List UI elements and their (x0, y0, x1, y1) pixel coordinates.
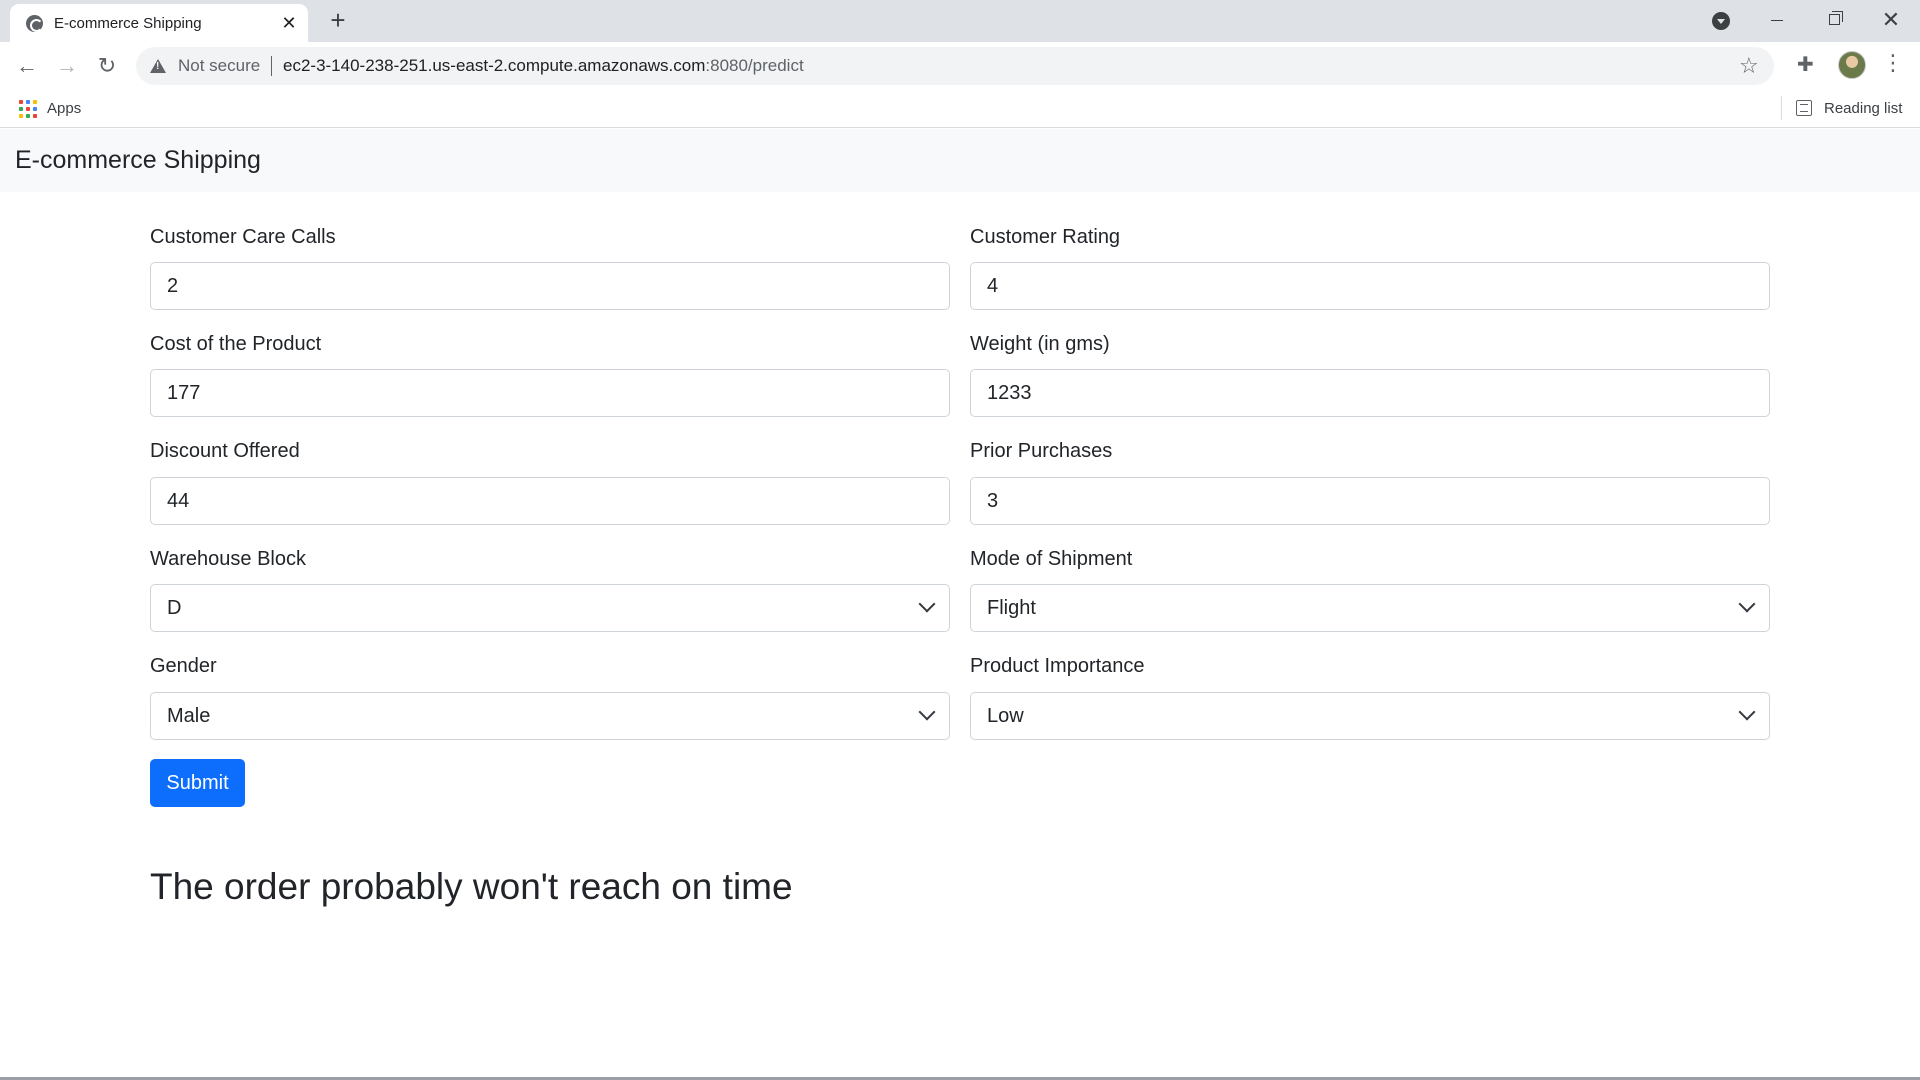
url-text[interactable]: ec2-3-140-238-251.us-east-2.compute.amaz… (283, 56, 804, 76)
chevron-down-icon (918, 595, 936, 613)
warehouse-block-select[interactable]: D (150, 584, 950, 632)
tab-search-icon[interactable] (1712, 12, 1730, 30)
browser-tab-strip: E-commerce Shipping ✕ + ✕ (0, 0, 1920, 42)
url-host: ec2-3-140-238-251.us-east-2.compute.amaz… (283, 56, 706, 75)
customer-rating-input[interactable]: 4 (970, 262, 1770, 310)
kebab-menu-icon[interactable]: ⋮ (1882, 50, 1904, 76)
customer-rating-label: Customer Rating (970, 226, 1121, 248)
discount-offered-label: Discount Offered (150, 440, 300, 462)
address-separator (271, 56, 272, 76)
new-tab-button[interactable]: + (324, 6, 352, 34)
reload-icon[interactable]: ↻ (91, 50, 123, 82)
restore-button[interactable] (1811, 4, 1857, 36)
bookmarks-bar: Apps Reading list (0, 90, 1920, 128)
apps-bookmark[interactable]: Apps (47, 100, 81, 117)
bookmarks-separator (1781, 96, 1782, 120)
cost-of-product-label: Cost of the Product (150, 333, 322, 355)
forward-arrow-icon[interactable]: → (51, 50, 83, 82)
url-path: :8080/predict (705, 56, 804, 75)
discount-offered-value: 44 (167, 490, 190, 512)
product-importance-select[interactable]: Low (970, 692, 1770, 740)
tab-title: E-commerce Shipping (54, 15, 202, 32)
warehouse-block-label: Warehouse Block (150, 548, 306, 570)
weight-value: 1233 (987, 382, 1032, 404)
browser-toolbar: ← → ↻ Not secure ec2-3-140-238-251.us-ea… (0, 42, 1920, 90)
mode-of-shipment-select[interactable]: Flight (970, 584, 1770, 632)
navbar-brand[interactable]: E-commerce Shipping (15, 146, 261, 175)
mode-of-shipment-selected: Flight (987, 597, 1036, 619)
warehouse-block-selected: D (167, 597, 182, 619)
security-label[interactable]: Not secure (178, 56, 260, 76)
back-arrow-icon[interactable]: ← (11, 50, 43, 82)
prior-purchases-input[interactable]: 3 (970, 477, 1770, 525)
product-importance-selected: Low (987, 705, 1024, 727)
prior-purchases-label: Prior Purchases (970, 440, 1113, 462)
prior-purchases-value: 3 (987, 490, 999, 512)
chevron-down-icon (918, 703, 936, 721)
prediction-result: The order probably won't reach on time (150, 866, 793, 907)
submit-button[interactable]: Submit (150, 759, 245, 807)
gender-label: Gender (150, 655, 217, 677)
minimize-button[interactable] (1754, 4, 1800, 36)
chevron-down-icon (1738, 703, 1756, 721)
reading-list-button[interactable]: Reading list (1824, 100, 1902, 117)
apps-grid-icon[interactable] (19, 100, 37, 118)
customer-care-calls-input[interactable]: 2 (150, 262, 950, 310)
chevron-down-icon (1738, 595, 1756, 613)
browser-tab[interactable]: E-commerce Shipping ✕ (10, 4, 308, 42)
product-importance-label: Product Importance (970, 655, 1145, 677)
weight-input[interactable]: 1233 (970, 369, 1770, 417)
customer-care-calls-value: 2 (167, 275, 179, 297)
profile-avatar[interactable] (1838, 51, 1866, 79)
weight-label: Weight (in gms) (970, 333, 1110, 355)
site-navbar: E-commerce Shipping (0, 129, 1920, 192)
address-bar[interactable]: Not secure ec2-3-140-238-251.us-east-2.c… (136, 47, 1774, 85)
gender-select[interactable]: Male (150, 692, 950, 740)
gender-selected: Male (167, 705, 211, 727)
cost-of-product-value: 177 (167, 382, 201, 404)
bookmark-star-icon[interactable]: ☆ (1739, 53, 1759, 79)
close-window-button[interactable]: ✕ (1868, 4, 1914, 36)
discount-offered-input[interactable]: 44 (150, 477, 950, 525)
extensions-puzzle-icon[interactable]: ✚ (1797, 52, 1814, 77)
customer-care-calls-label: Customer Care Calls (150, 226, 336, 248)
mode-of-shipment-label: Mode of Shipment (970, 548, 1133, 570)
cost-of-product-input[interactable]: 177 (150, 369, 950, 417)
globe-icon (26, 15, 43, 32)
customer-rating-value: 4 (987, 275, 999, 297)
warning-icon[interactable] (150, 59, 166, 73)
reading-list-icon[interactable] (1796, 100, 1812, 116)
close-tab-icon[interactable]: ✕ (278, 12, 300, 34)
